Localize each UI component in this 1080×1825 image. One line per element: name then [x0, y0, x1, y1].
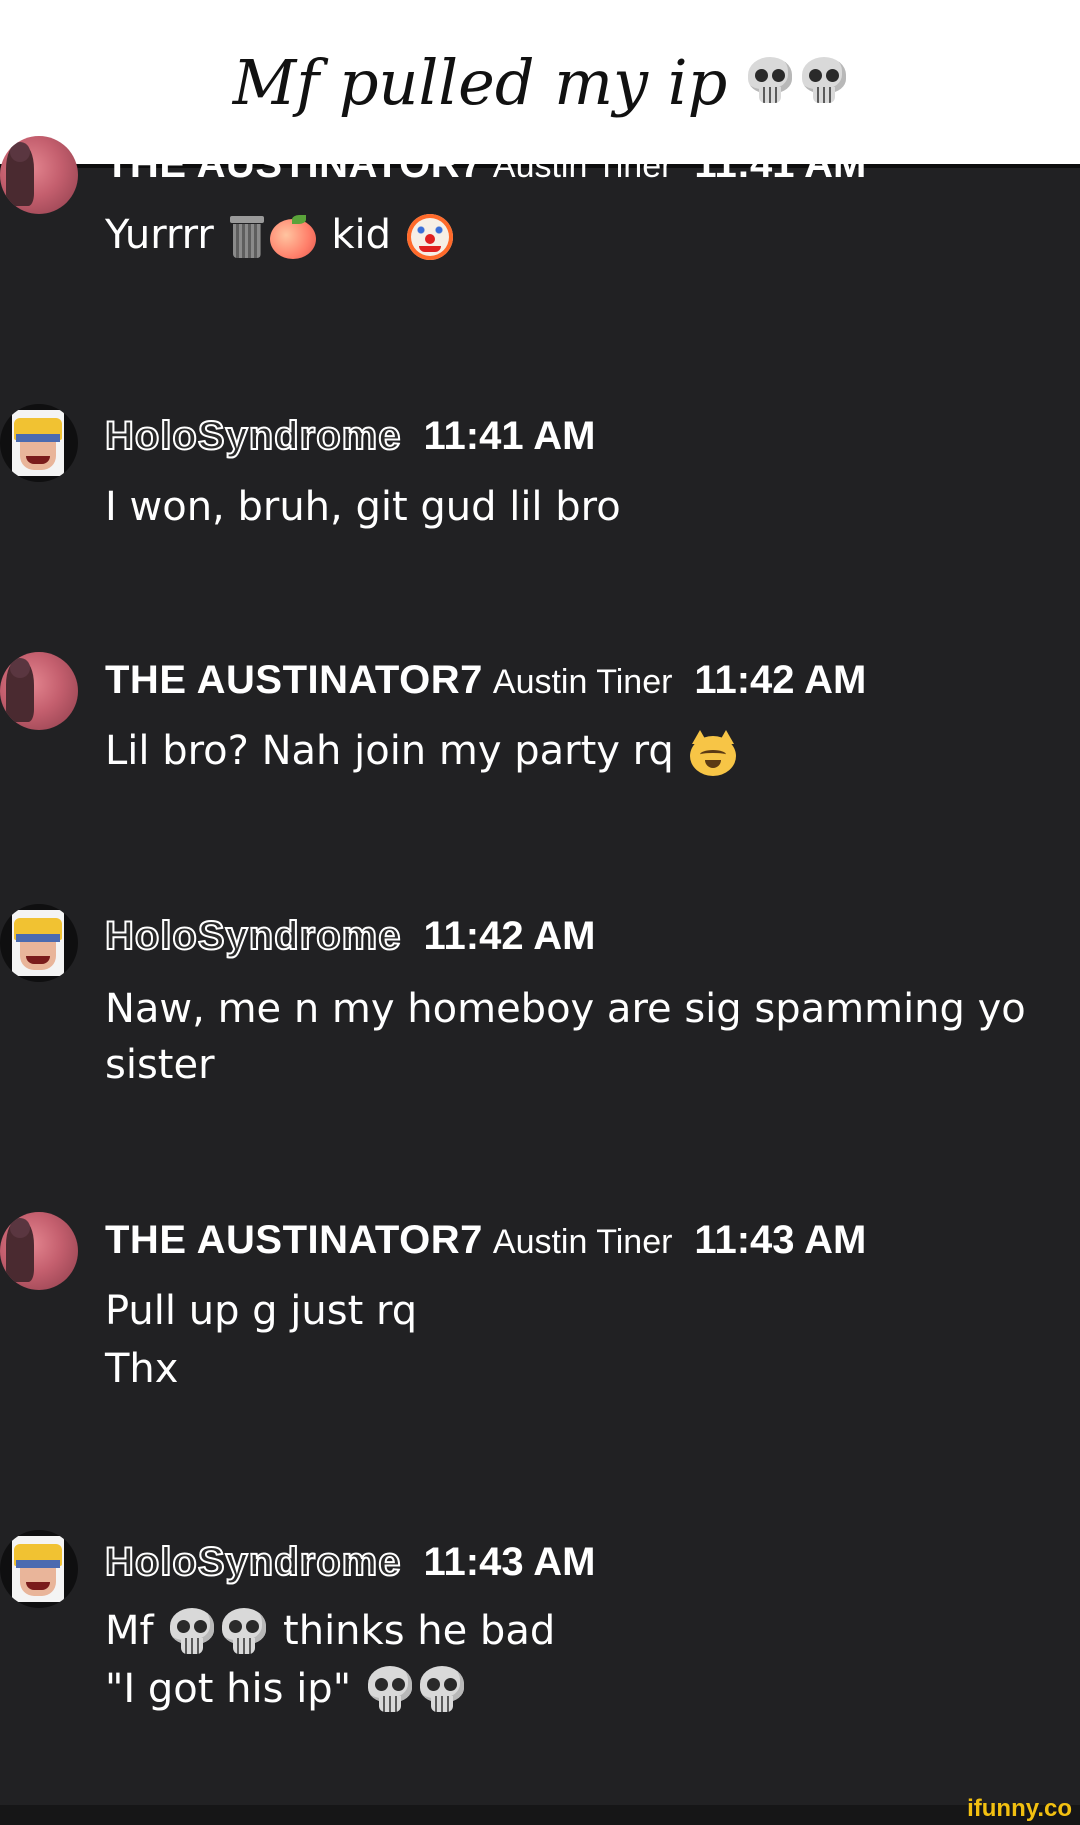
message-text: Yurrrr kid	[105, 212, 1065, 260]
message-time: 11:43 AM	[423, 1540, 596, 1584]
peach-icon	[269, 215, 316, 259]
author-name[interactable]: THE AUSTINATOR7	[105, 658, 483, 702]
message-text: "I got his ip"	[105, 1666, 1065, 1716]
message-time: 11:42 AM	[694, 658, 867, 702]
caption-bar: Mf pulled my ip	[0, 0, 1080, 164]
author-realname: Austin Tiner	[492, 1223, 673, 1261]
skull-icon	[419, 1666, 465, 1716]
wastebasket-icon	[229, 214, 264, 260]
message-header: THE AUSTINATOR7 Austin Tiner 11:41 AM	[105, 142, 866, 187]
avatar[interactable]	[0, 136, 78, 214]
clown-icon	[406, 214, 453, 260]
avatar[interactable]	[0, 1530, 78, 1608]
message-text: Lil bro? Nah join my party rq	[105, 728, 1065, 776]
author-name[interactable]: THE AUSTINATOR7	[105, 1218, 483, 1262]
message-header: HoloSyndrome 11:41 AM	[104, 413, 596, 459]
message-word: kid	[331, 212, 391, 258]
smiling-cat-icon	[689, 730, 736, 776]
footer-bar: ifunny.co	[0, 1795, 1080, 1825]
message-word: Lil bro? Nah join my party rq	[105, 728, 674, 774]
skull-icon	[367, 1666, 413, 1716]
caption-text: Mf pulled my ip	[232, 45, 728, 119]
message-header: HoloSyndrome 11:42 AM	[104, 913, 596, 959]
skull-icon	[169, 1608, 215, 1658]
avatar[interactable]	[0, 652, 78, 730]
message-word: Mf	[105, 1608, 154, 1654]
author-realname: Austin Tiner	[492, 147, 673, 185]
author-realname: Austin Tiner	[492, 663, 673, 701]
message-text: Naw, me n my homeboy are sig spamming yo	[105, 986, 1026, 1032]
message-word: Yurrrr	[105, 212, 214, 258]
message-header: THE AUSTINATOR7 Austin Tiner 11:42 AM	[105, 658, 866, 703]
message-text: sister	[105, 1042, 215, 1088]
skull-icon	[747, 57, 793, 107]
watermark[interactable]: ifunny.co	[967, 1795, 1072, 1823]
message-header: HoloSyndrome 11:43 AM	[104, 1539, 596, 1585]
avatar[interactable]	[0, 404, 78, 482]
message-text: I won, bruh, git gud lil bro	[105, 484, 621, 530]
chat-log[interactable]: THE AUSTINATOR7 Austin Tiner 11:41 AM Yurr…	[0, 136, 1080, 1805]
avatar[interactable]	[0, 1212, 78, 1290]
avatar[interactable]	[0, 904, 78, 982]
message-time: 11:41 AM	[694, 142, 867, 186]
message-time: 11:41 AM	[423, 414, 596, 458]
skull-icon	[221, 1608, 267, 1658]
message-text: Thx	[105, 1346, 179, 1392]
message-word: "I got his ip"	[105, 1666, 352, 1712]
message-time: 11:43 AM	[694, 1218, 867, 1262]
message-text: Mf thinks he bad	[105, 1608, 1065, 1658]
message-time: 11:42 AM	[423, 914, 596, 958]
message-word: thinks he bad	[283, 1608, 556, 1654]
author-name[interactable]: HoloSyndrome	[104, 1539, 401, 1585]
author-name[interactable]: THE AUSTINATOR7	[105, 142, 483, 186]
message-header: THE AUSTINATOR7 Austin Tiner 11:43 AM	[105, 1218, 866, 1263]
message-text: Pull up g just rq	[105, 1288, 418, 1334]
skull-icon	[801, 57, 847, 107]
author-name[interactable]: HoloSyndrome	[104, 413, 401, 459]
author-name[interactable]: HoloSyndrome	[104, 913, 401, 959]
